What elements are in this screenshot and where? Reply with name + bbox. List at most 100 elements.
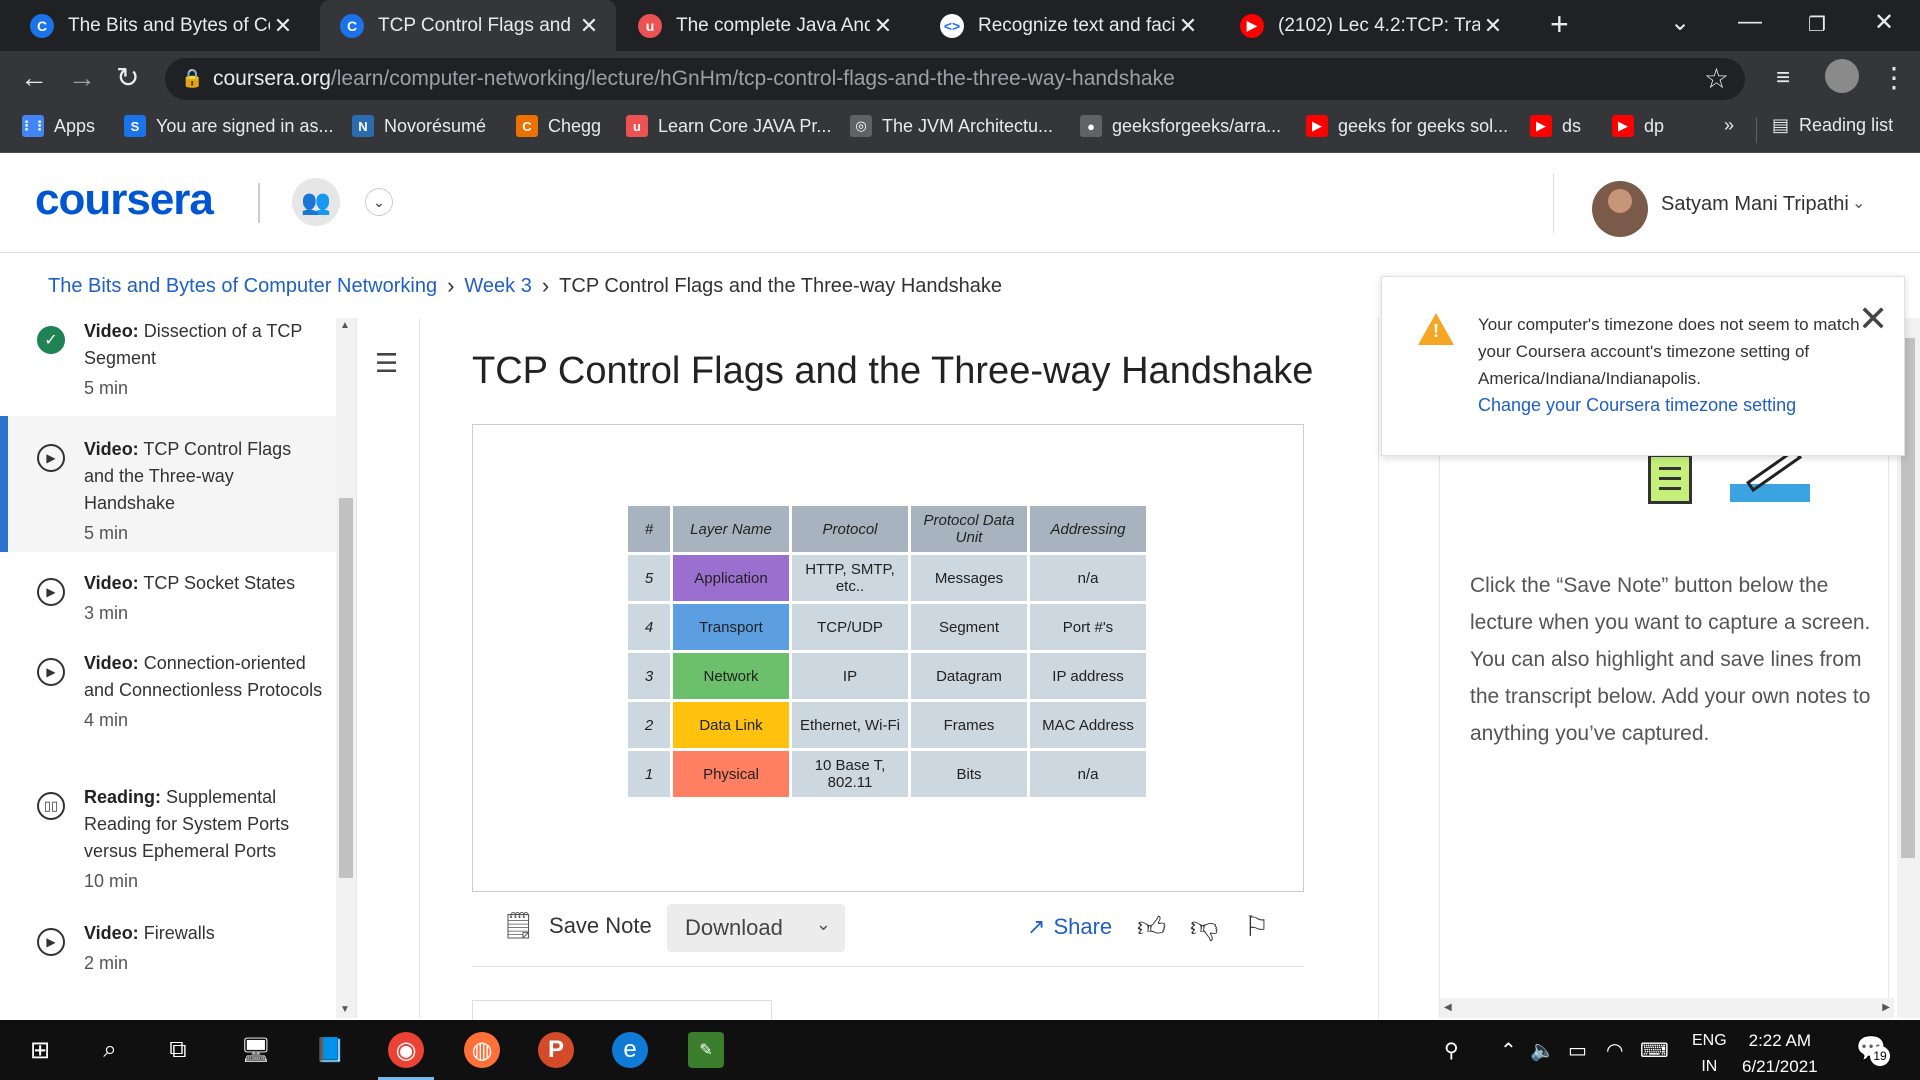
profile-avatar[interactable] <box>1825 59 1859 93</box>
flag-icon[interactable]: ⚐ <box>1244 910 1269 943</box>
group-avatar-icon[interactable]: 👥 <box>292 178 340 226</box>
task-view-icon[interactable]: ⧉ <box>160 1032 196 1068</box>
address-bar[interactable]: 🔒 coursera.org/learn/computer-networking… <box>165 58 1745 100</box>
reading-list-button[interactable]: ▤ Reading list <box>1772 115 1893 136</box>
bookmark-item[interactable]: ⋮⋮ Apps <box>20 115 95 137</box>
bookmark-item[interactable]: ◎ The JVM Architectu... <box>850 115 1053 137</box>
close-tab-icon[interactable]: ✕ <box>270 13 296 39</box>
close-window-icon[interactable]: ✕ <box>1874 8 1894 37</box>
scroll-left-icon[interactable]: ◀ <box>1444 1002 1452 1013</box>
lesson-duration: 4 min <box>84 710 129 730</box>
scrollbar-thumb[interactable] <box>339 498 353 878</box>
tab-title: The Bits and Bytes of Com <box>68 14 270 36</box>
horizontal-scrollbar[interactable]: ◀ ▶ <box>1440 998 1894 1018</box>
back-icon[interactable]: ← <box>20 63 48 93</box>
lesson-item[interactable]: ✓ Video: Dissection of a TCP Segment 5 min <box>0 318 336 410</box>
scroll-right-icon[interactable]: ▶ <box>1882 1002 1890 1013</box>
close-tab-icon[interactable]: ✕ <box>1175 13 1201 39</box>
breadcrumb-week[interactable]: Week 3 <box>464 275 531 298</box>
browser-menu-icon[interactable]: ⋮ <box>1880 63 1908 93</box>
thumbs-down-icon[interactable]: 👎︎ <box>1190 910 1218 944</box>
bookmark-item[interactable]: N Novorésumé <box>352 115 486 137</box>
breadcrumb-current: TCP Control Flags and the Three-way Hand… <box>559 274 1002 297</box>
browser-tab[interactable]: C TCP Control Flags and the✕ <box>320 0 616 51</box>
user-name[interactable]: Satyam Mani Tripathi <box>1661 193 1849 216</box>
lesson-text: Video: TCP Socket States 3 min <box>84 570 324 627</box>
user-avatar[interactable] <box>1592 181 1648 237</box>
lesson-item[interactable]: ▯▯ Reading: Supplemental Reading for Syst… <box>0 764 336 896</box>
scroll-down-icon[interactable]: ▼ <box>340 1004 350 1015</box>
chevron-up-icon[interactable]: ⌃ <box>1500 1038 1517 1063</box>
forward-icon[interactable]: → <box>68 63 96 93</box>
close-tab-icon[interactable]: ✕ <box>576 13 602 39</box>
chevron-down-icon[interactable]: ⌄ <box>365 188 393 216</box>
bookmark-item[interactable]: ▶ geeks for geeks sol... <box>1306 115 1508 137</box>
reading-book-icon: ▯▯ <box>37 792 65 820</box>
download-dropdown[interactable]: Download ⌄ <box>667 904 845 952</box>
lesson-item[interactable]: ▶ Video: Firewalls 2 min <box>0 900 336 990</box>
chevron-down-icon[interactable]: ⌄ <box>1852 193 1865 213</box>
restore-icon[interactable]: ❐ <box>1808 12 1826 37</box>
bookmark-item[interactable]: C Chegg <box>516 115 601 137</box>
wifi-icon[interactable]: ◠ <box>1606 1038 1623 1063</box>
editor-app-icon[interactable]: ✎ <box>688 1032 724 1068</box>
bookmark-item[interactable]: ● geeksforgeeks/arra... <box>1080 115 1281 137</box>
language-indicator[interactable]: ENG IN <box>1692 1028 1727 1080</box>
outline-list-icon[interactable]: ☰ <box>375 348 398 379</box>
close-tab-icon[interactable]: ✕ <box>870 13 896 39</box>
bookmarks-overflow-button[interactable]: » <box>1724 115 1734 136</box>
header-divider <box>258 183 260 223</box>
notepad-icon[interactable]: 📘 <box>312 1032 348 1068</box>
save-note-button[interactable]: 🗒 Save Note <box>502 910 652 941</box>
bookmark-item[interactable]: u Learn Core JAVA Pr... <box>626 115 831 137</box>
lecture-video-slide[interactable]: # Layer Name Protocol Protocol Data Unit Add… <box>472 424 1304 892</box>
browser-tab[interactable]: C The Bits and Bytes of Com✕ <box>10 0 310 51</box>
browser-tab[interactable]: ▶ (2102) Lec 4.2:TCP: Transm✕ <box>1220 0 1520 51</box>
reload-icon[interactable]: ↻ <box>116 63 139 93</box>
keyboard-icon[interactable]: ⌨ <box>1640 1038 1669 1063</box>
chrome-icon[interactable]: ◉ <box>378 1032 434 1080</box>
battery-icon[interactable]: ▭ <box>1568 1038 1587 1063</box>
bookmark-label: Learn Core JAVA Pr... <box>658 115 832 136</box>
lesson-item[interactable]: ▶ Video: TCP Socket States 3 min <box>0 550 336 626</box>
tab-search-icon[interactable]: ⌄ <box>1670 8 1690 37</box>
table-cell: Port #'s <box>1030 604 1146 650</box>
youtube-icon: ▶ <box>1240 13 1264 38</box>
change-timezone-link[interactable]: Change your Coursera timezone setting <box>1478 392 1868 419</box>
notification-center-icon[interactable]: 💬 19 <box>1856 1034 1890 1066</box>
url-text[interactable]: coursera.org/learn/computer-networking/l… <box>213 67 1175 91</box>
this-pc-icon[interactable]: 🖥 <box>238 1032 274 1068</box>
browser-tab[interactable]: <> Recognize text and facial ✕ <box>920 0 1215 51</box>
coursera-logo[interactable]: coursera <box>35 175 214 225</box>
scroll-up-icon[interactable]: ▲ <box>340 320 350 331</box>
p-app-icon[interactable]: P <box>538 1032 574 1068</box>
lesson-list-scrollbar[interactable]: ▲ ▼ <box>336 318 356 1018</box>
table-cell: 10 Base T, 802.11 <box>792 751 908 797</box>
windows-start-icon[interactable]: ⊞ <box>22 1032 58 1068</box>
table-cell: IP <box>792 653 908 699</box>
edge-icon[interactable]: e <box>612 1032 648 1068</box>
people-icon[interactable]: ⚲ <box>1444 1038 1459 1063</box>
share-button[interactable]: ↗ Share <box>1027 914 1112 940</box>
lesson-item[interactable]: ▶ Video: Connection-oriented and Connecti… <box>0 630 336 760</box>
thumbs-up-icon[interactable]: 👍︎ <box>1137 910 1166 944</box>
close-tab-icon[interactable]: ✕ <box>1480 13 1506 39</box>
close-icon[interactable]: ✕ <box>1858 301 1888 337</box>
bookmark-item[interactable]: ▶ dp <box>1612 115 1664 137</box>
media-control-icon[interactable]: ≡ <box>1776 63 1790 93</box>
play-video-icon: ▶ <box>37 444 65 472</box>
site-header: coursera 👥 ⌄ Satyam Mani Tripathi ⌄ <box>0 153 1920 253</box>
bookmark-item[interactable]: S You are signed in as... <box>124 115 333 137</box>
bookmark-star-icon[interactable]: ☆ <box>1704 62 1729 95</box>
browser-tab[interactable]: u The complete Java Androi✕ <box>618 0 910 51</box>
lesson-item[interactable]: ▶ Video: TCP Control Flags and the Three-… <box>0 416 336 552</box>
bookmark-item[interactable]: ▶ ds <box>1530 115 1581 137</box>
volume-icon[interactable]: 🔈 <box>1530 1038 1555 1063</box>
lesson-kind: Video: <box>84 321 139 341</box>
system-clock[interactable]: 2:22 AM 6/21/2021 <box>1742 1028 1818 1080</box>
new-tab-button[interactable]: + <box>1550 6 1569 43</box>
firefox-icon[interactable]: ◍ <box>464 1032 500 1068</box>
minimize-icon[interactable]: — <box>1738 8 1762 36</box>
search-icon[interactable]: ⌕ <box>92 1032 128 1068</box>
breadcrumb-course[interactable]: The Bits and Bytes of Computer Networkin… <box>48 275 437 298</box>
